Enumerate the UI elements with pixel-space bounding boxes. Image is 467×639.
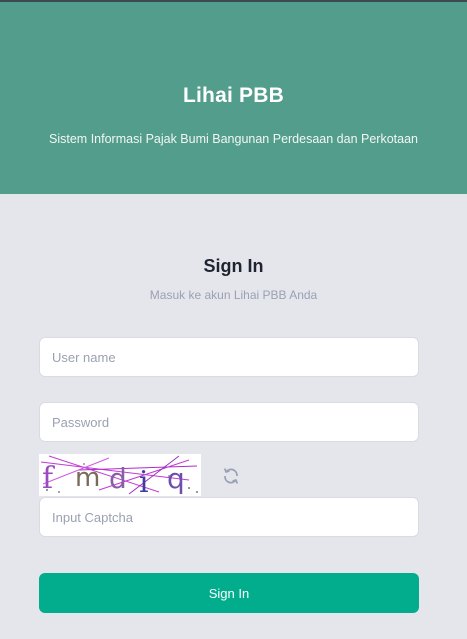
username-input[interactable] xyxy=(39,337,419,377)
app-subtitle: Sistem Informasi Pajak Bumi Bangunan Per… xyxy=(49,132,418,146)
signin-section: Sign In Masuk ke akun Lihai PBB Anda f m… xyxy=(0,194,467,639)
svg-text:q: q xyxy=(167,462,185,495)
svg-text:f: f xyxy=(42,461,55,496)
signin-heading: Sign In xyxy=(203,256,264,276)
signin-subheading: Masuk ke akun Lihai PBB Anda xyxy=(149,288,318,302)
app-title: Lihai PBB xyxy=(183,84,284,107)
captcha-image: f m d i q xyxy=(39,454,201,496)
refresh-icon[interactable] xyxy=(220,465,242,487)
signin-button[interactable]: Sign In xyxy=(39,573,419,613)
header-banner: Lihai PBB Sistem Informasi Pajak Bumi Ba… xyxy=(0,2,467,194)
password-input[interactable] xyxy=(39,402,419,442)
svg-text:i: i xyxy=(139,465,149,496)
svg-text:d: d xyxy=(109,462,127,495)
captcha-input[interactable] xyxy=(39,497,419,537)
svg-text:m: m xyxy=(75,463,100,493)
